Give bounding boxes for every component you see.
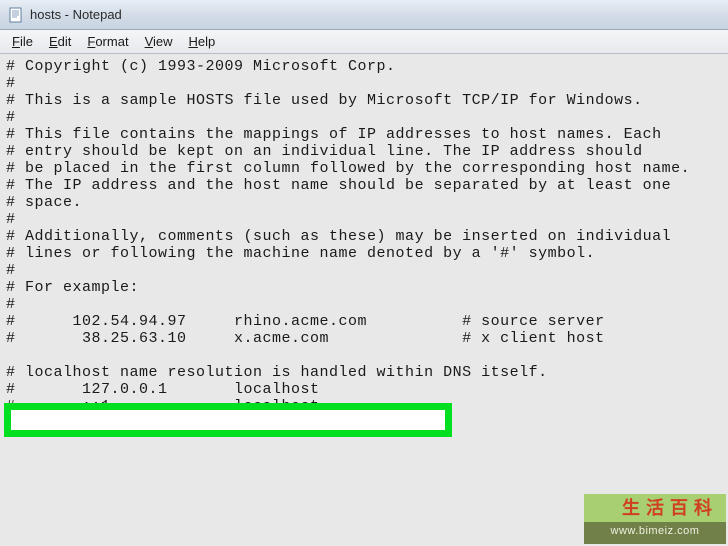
menu-format-rest: ormat xyxy=(95,34,128,49)
editor-area[interactable]: # Copyright (c) 1993-2009 Microsoft Corp… xyxy=(0,54,728,546)
menu-help-rest: elp xyxy=(198,34,215,49)
watermark: 生活百科 www.bimeiz.com xyxy=(584,494,726,544)
menu-edit-rest: dit xyxy=(58,34,72,49)
menu-edit[interactable]: Edit xyxy=(41,32,79,51)
menu-format[interactable]: Format xyxy=(79,32,136,51)
window-title: hosts - Notepad xyxy=(30,7,122,22)
menu-view-rest: iew xyxy=(153,34,173,49)
notepad-icon xyxy=(8,7,24,23)
menubar: File Edit Format View Help xyxy=(0,30,728,54)
highlight-annotation xyxy=(4,403,452,437)
menu-view[interactable]: View xyxy=(137,32,181,51)
editor-content[interactable]: # Copyright (c) 1993-2009 Microsoft Corp… xyxy=(6,58,722,415)
watermark-title: 生活百科 xyxy=(584,494,726,522)
titlebar[interactable]: hosts - Notepad xyxy=(0,0,728,30)
menu-help[interactable]: Help xyxy=(181,32,224,51)
menu-file[interactable]: File xyxy=(4,32,41,51)
watermark-url: www.bimeiz.com xyxy=(584,522,726,544)
menu-file-rest: ile xyxy=(20,34,33,49)
